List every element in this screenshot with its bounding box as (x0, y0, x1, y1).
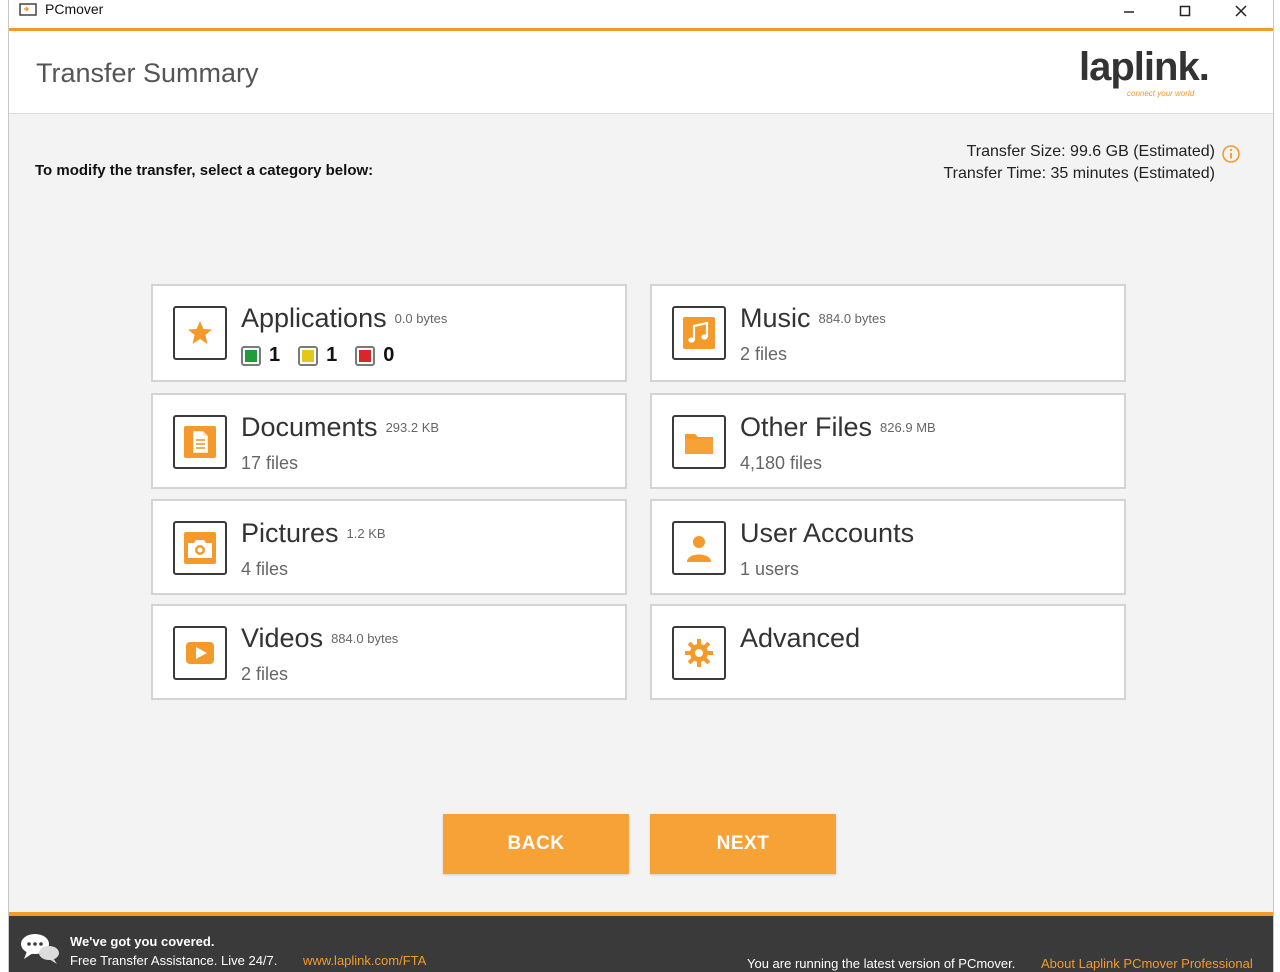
page-title: Transfer Summary (36, 58, 259, 88)
music-file-count: 2 files (740, 344, 788, 364)
status-red-count: 0 (383, 344, 395, 366)
title-bar: PCmover (9, 0, 1273, 31)
star-icon (184, 317, 216, 349)
videos-title-row: Videos 884.0 bytes (241, 623, 398, 654)
user-accounts-title-row: User Accounts (740, 518, 914, 549)
status-yellow-swatch (298, 345, 319, 366)
transfer-estimates: Transfer Size: 99.6 GB (Estimated) Trans… (944, 141, 1216, 185)
music-icon-frame (672, 306, 726, 360)
category-card-music[interactable]: Music 884.0 bytes 2 files (650, 284, 1126, 382)
advanced-title-row: Advanced (740, 623, 860, 654)
other-files-size: 826.9 MB (880, 420, 936, 435)
documents-size: 293.2 KB (385, 420, 440, 435)
user-accounts-icon-frame (672, 521, 726, 575)
transfer-size: Transfer Size: 99.6 GB (Estimated) (966, 143, 1215, 160)
logo-wordmark: laplink. (1079, 45, 1210, 89)
footer-assistance-text: Free Transfer Assistance. Live 24/7. (70, 953, 278, 968)
music-note-icon (683, 317, 715, 349)
pictures-title: Pictures (241, 518, 339, 548)
documents-icon-frame (173, 415, 227, 469)
category-card-user-accounts[interactable]: User Accounts 1 users (650, 499, 1126, 595)
music-title: Music (740, 303, 811, 333)
category-card-other-files[interactable]: Other Files 826.9 MB 4,180 files (650, 393, 1126, 489)
document-icon (184, 426, 216, 458)
maximize-button[interactable] (1157, 0, 1213, 22)
pictures-file-count: 4 files (241, 559, 289, 579)
header: Transfer Summary laplink. connect your w… (9, 31, 1273, 114)
status-yellow-count: 1 (326, 344, 338, 366)
category-card-documents[interactable]: Documents 293.2 KB 17 files (151, 393, 627, 489)
other-files-title: Other Files (740, 412, 873, 442)
videos-title: Videos (241, 623, 324, 653)
category-card-advanced[interactable]: Advanced (650, 604, 1126, 700)
user-accounts-count: 1 users (740, 559, 800, 579)
info-icon[interactable] (1221, 144, 1241, 164)
videos-size: 884.0 bytes (331, 631, 399, 646)
music-size: 884.0 bytes (818, 311, 886, 326)
applications-icon-frame (173, 306, 227, 360)
transfer-time: Transfer Time: 35 minutes (Estimated) (943, 165, 1216, 182)
status-green-swatch (241, 345, 261, 366)
close-button[interactable] (1213, 0, 1269, 22)
videos-icon-frame (173, 626, 227, 680)
footer: We've got you covered. Free Transfer Ass… (9, 912, 1273, 972)
footer-covered-text: We've got you covered. (70, 934, 215, 949)
fta-link[interactable]: www.laplink.com/FTA (303, 953, 426, 968)
advanced-icon-frame (672, 626, 726, 680)
other-files-file-count: 4,180 files (740, 453, 823, 473)
maximize-icon (1179, 5, 1191, 17)
pcmover-app-icon (19, 3, 37, 16)
other-files-icon-frame (672, 415, 726, 469)
pictures-size: 1.2 KB (346, 526, 386, 541)
category-card-pictures[interactable]: Pictures 1.2 KB 4 files (151, 499, 627, 595)
pcmover-window: PCmover Transfer Summary laplink. connec… (8, 0, 1274, 972)
instruction-text: To modify the transfer, select a categor… (35, 162, 374, 179)
window-title: PCmover (45, 1, 104, 17)
chat-bubbles-icon (21, 934, 59, 964)
user-accounts-title: User Accounts (740, 518, 915, 548)
play-video-icon (184, 637, 216, 669)
minimize-button[interactable] (1101, 0, 1157, 22)
documents-title: Documents (241, 412, 378, 442)
applications-status-counts: 1 1 0 (241, 344, 412, 367)
pictures-title-row: Pictures 1.2 KB (241, 518, 386, 549)
music-title-row: Music 884.0 bytes (740, 303, 886, 334)
videos-file-count: 2 files (241, 664, 289, 684)
close-icon (1235, 5, 1247, 17)
category-card-videos[interactable]: Videos 884.0 bytes 2 files (151, 604, 627, 700)
logo-tagline: connect your world (1127, 89, 1195, 98)
documents-title-row: Documents 293.2 KB (241, 412, 439, 443)
advanced-title: Advanced (740, 623, 861, 653)
folder-icon (683, 426, 715, 458)
status-red-swatch (355, 345, 376, 366)
pictures-icon-frame (173, 521, 227, 575)
applications-size: 0.0 bytes (394, 311, 448, 326)
documents-file-count: 17 files (241, 453, 299, 473)
status-green-count: 1 (269, 344, 281, 366)
applications-title-row: Applications 0.0 bytes (241, 303, 447, 334)
category-card-applications[interactable]: Applications 0.0 bytes 1 1 0 (151, 284, 627, 382)
gear-icon (683, 637, 715, 669)
user-icon (683, 532, 715, 564)
version-status-text: You are running the latest version of PC… (747, 956, 1016, 971)
about-link[interactable]: About Laplink PCmover Professional (1041, 956, 1253, 971)
laplink-logo: laplink. connect your world (1079, 45, 1219, 101)
back-button[interactable]: BACK (443, 814, 629, 874)
camera-icon (184, 532, 216, 564)
next-button[interactable]: NEXT (650, 814, 836, 874)
other-files-title-row: Other Files 826.9 MB (740, 412, 936, 443)
minimize-icon (1124, 11, 1134, 13)
applications-title: Applications (241, 303, 387, 333)
